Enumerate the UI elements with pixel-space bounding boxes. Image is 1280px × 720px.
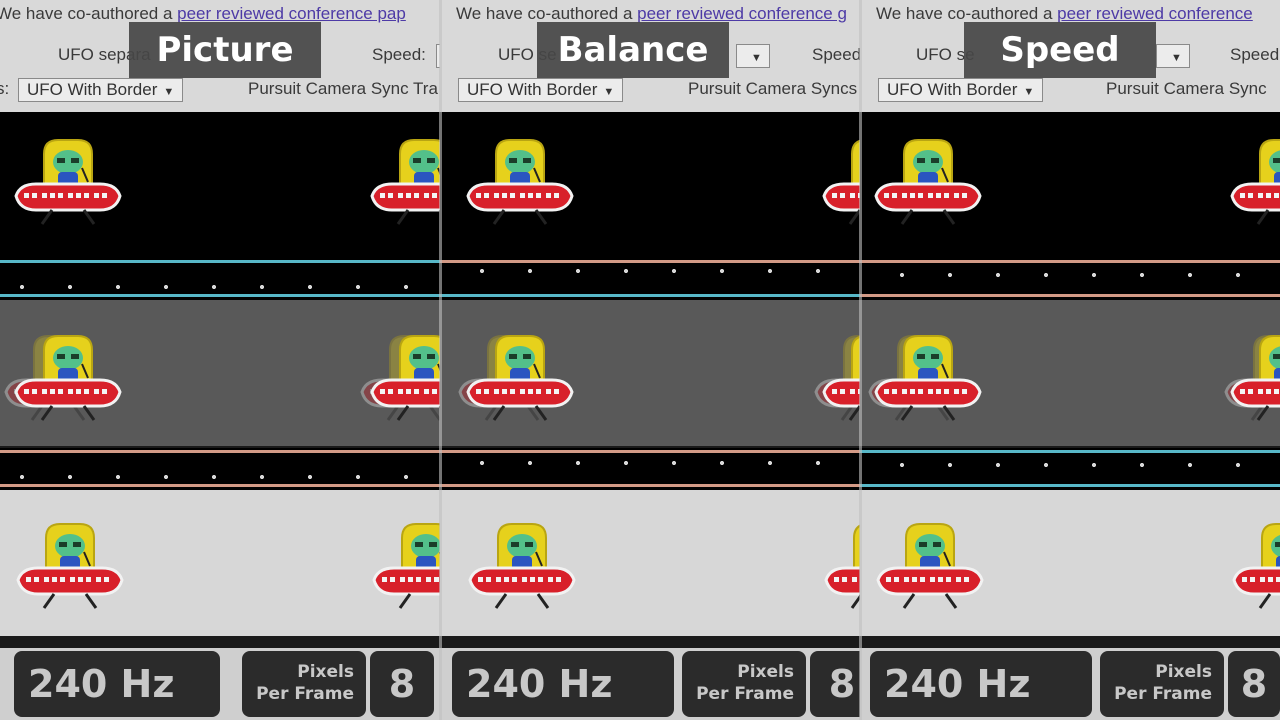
- refresh-rate-display: 240 Hz: [870, 651, 1092, 717]
- ufo-icon: [822, 334, 860, 422]
- ufo-icon: [874, 334, 982, 422]
- ufo-icon: [874, 138, 982, 226]
- ufo-track-white: [860, 490, 1280, 636]
- pursuit-camera-label: Pursuit Camera Sync Tra: [248, 79, 438, 98]
- separation-select[interactable]: ▼: [1156, 44, 1190, 68]
- dropdown-arrow-icon: ▼: [603, 86, 615, 98]
- notice-text: We have co-authored a peer reviewed conf…: [0, 4, 406, 24]
- pixels-per-frame-value: 8: [370, 651, 434, 717]
- ufo-icon: [370, 334, 440, 422]
- ufo-icon: [1230, 138, 1280, 226]
- ufo-track-black: [440, 112, 860, 258]
- ufo-icon: [370, 138, 440, 226]
- separator-strip: [860, 258, 1280, 300]
- dropdown-arrow-icon: ▼: [1171, 52, 1182, 64]
- separation-select[interactable]: ▼: [736, 44, 770, 68]
- comparison-panel-speed: We have co-authored a peer reviewed conf…: [860, 0, 1280, 720]
- panel-title-balance: Balance: [537, 22, 729, 78]
- speed-label: Speed: [1230, 45, 1280, 64]
- ufo-type-value: UFO With Border: [887, 80, 1018, 99]
- notice-prefix: We have co-authored a: [876, 4, 1058, 23]
- separator-strip: [0, 258, 440, 300]
- status-bar: 240 Hz Pixels Per Frame 8: [860, 648, 1280, 720]
- pixels-per-frame-label: Pixels Per Frame: [242, 651, 366, 717]
- speed-label: Speed: [812, 45, 860, 64]
- refresh-rate-display: 240 Hz: [452, 651, 674, 717]
- dropdown-arrow-icon: ▼: [163, 86, 175, 98]
- ufo-icon: [822, 138, 860, 226]
- separator-strip: [440, 448, 860, 490]
- ufo-track-black: [860, 112, 1280, 258]
- pursuit-camera-label: Pursuit Camera Sync: [1106, 79, 1267, 98]
- pixels-per-frame-label: Pixels Per Frame: [682, 651, 806, 717]
- ufo-icon: [1232, 522, 1280, 610]
- separator-strip: [440, 258, 860, 300]
- ufo-icon: [466, 138, 574, 226]
- panel-divider: [439, 0, 442, 720]
- panel-divider: [859, 0, 862, 720]
- conference-paper-link[interactable]: peer reviewed conference pap: [177, 4, 406, 23]
- comparison-panel-balance: We have co-authored a peer reviewed conf…: [440, 0, 860, 720]
- ufo-icon: [14, 138, 122, 226]
- ufo-icon: [468, 522, 576, 610]
- status-bar: 240 Hz Pixels Per Frame 8: [0, 648, 440, 720]
- pixels-per-frame-label: Pixels Per Frame: [1100, 651, 1224, 717]
- pixels-per-frame-value: 8: [1228, 651, 1280, 717]
- separator-strip: [860, 448, 1280, 490]
- notice-prefix: We have co-authored a: [0, 4, 178, 23]
- notice-text: We have co-authored a peer reviewed conf…: [456, 4, 847, 24]
- conference-paper-link[interactable]: peer reviewed conference g: [637, 4, 847, 23]
- pixels-per-frame-value: 8: [810, 651, 860, 717]
- comparison-panel-picture: We have co-authored a peer reviewed conf…: [0, 0, 440, 720]
- notice-prefix: We have co-authored a: [456, 4, 638, 23]
- speed-label: Speed:: [372, 45, 426, 64]
- ufo-track-white: [440, 490, 860, 636]
- ufo-icon: [372, 522, 440, 610]
- ufo-icon: [14, 334, 122, 422]
- ufo-icon: [876, 522, 984, 610]
- separator-strip: [0, 448, 440, 490]
- ufo-track-gray: [440, 300, 860, 446]
- panel-title-picture: Picture: [129, 22, 321, 78]
- ufo-type-value: UFO With Border: [467, 80, 598, 99]
- ufo-type-select[interactable]: UFO With Border ▼: [458, 78, 624, 102]
- dropdown-arrow-icon: ▼: [751, 52, 762, 64]
- ufo-track-gray: [0, 300, 440, 446]
- ufo-type-value: UFO With Border: [27, 80, 158, 99]
- ufo-type-select[interactable]: UFO With Border ▼: [18, 78, 184, 102]
- ufo-icon: [16, 522, 124, 610]
- panel-title-speed: Speed: [964, 22, 1156, 78]
- pursuit-camera-label: Pursuit Camera Syncs: [688, 79, 858, 98]
- dropdown-arrow-icon: ▼: [1023, 86, 1035, 98]
- conference-paper-link[interactable]: peer reviewed conference: [1057, 4, 1253, 23]
- ufo-icon: [466, 334, 574, 422]
- ufo-icon: [1230, 334, 1280, 422]
- status-bar: 240 Hz Pixels Per Frame 8: [440, 648, 860, 720]
- refresh-rate-display: 240 Hz: [14, 651, 220, 717]
- ufo-icon: [824, 522, 860, 610]
- ufo-track-black: [0, 112, 440, 258]
- ufo-type-select[interactable]: UFO With Border ▼: [878, 78, 1044, 102]
- notice-text: We have co-authored a peer reviewed conf…: [876, 4, 1253, 24]
- ufo-track-gray: [860, 300, 1280, 446]
- ufo-track-white: [0, 490, 440, 636]
